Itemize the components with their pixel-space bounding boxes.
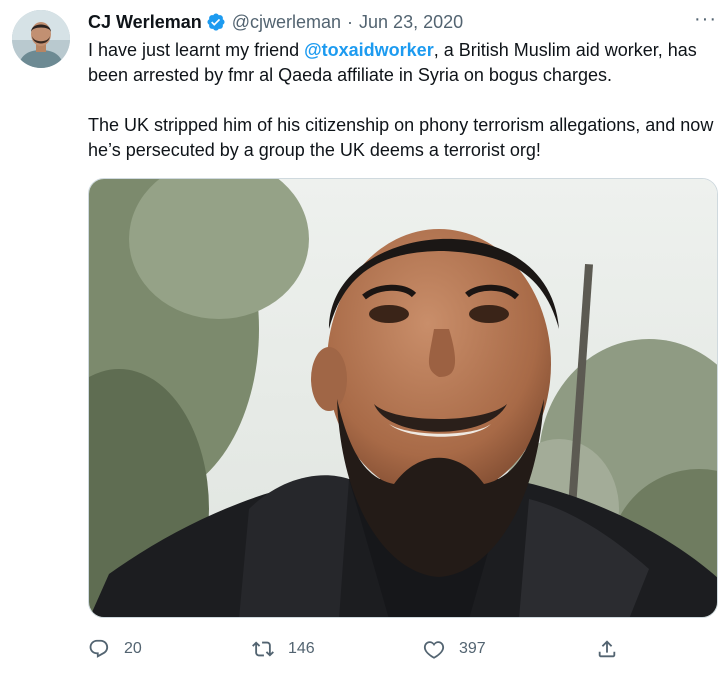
reply-icon [88, 638, 110, 660]
verified-badge-icon [206, 12, 226, 32]
tweet-text: I have just learnt my friend @toxaidwork… [88, 38, 720, 163]
mention-link[interactable]: @toxaidworker [304, 40, 434, 60]
tweet-header: CJ Werleman @cjwerleman · Jun 23, 2020 [88, 10, 463, 34]
avatar[interactable] [12, 10, 70, 68]
paragraph-1-before: I have just learnt my friend [88, 40, 305, 60]
share-button[interactable] [596, 632, 618, 666]
avatar-image [12, 10, 70, 68]
tweet-actions: 20 146 397 [88, 632, 628, 666]
like-button[interactable]: 397 [423, 632, 486, 666]
like-count: 397 [459, 640, 486, 657]
like-icon [423, 638, 445, 660]
share-icon [596, 638, 618, 660]
tweet-date[interactable]: Jun 23, 2020 [359, 12, 463, 33]
retweet-icon [252, 638, 274, 660]
tweet-paragraph-2: The UK stripped him of his citizenship o… [88, 115, 714, 160]
tweet-photo[interactable] [88, 178, 718, 618]
separator-dot: · [347, 11, 354, 32]
retweet-count: 146 [288, 640, 315, 657]
reply-count: 20 [124, 640, 142, 657]
handle[interactable]: @cjwerleman [232, 12, 341, 33]
display-name[interactable]: CJ Werleman [88, 12, 202, 33]
more-options-button[interactable]: ··· [694, 9, 717, 29]
tweet-paragraph-1: I have just learnt my friend @toxaidwork… [88, 38, 720, 88]
retweet-button[interactable]: 146 [252, 632, 315, 666]
reply-button[interactable]: 20 [88, 632, 142, 666]
tweet[interactable]: CJ Werleman @cjwerleman · Jun 23, 2020 ·… [0, 0, 727, 677]
photo-image [89, 179, 717, 617]
